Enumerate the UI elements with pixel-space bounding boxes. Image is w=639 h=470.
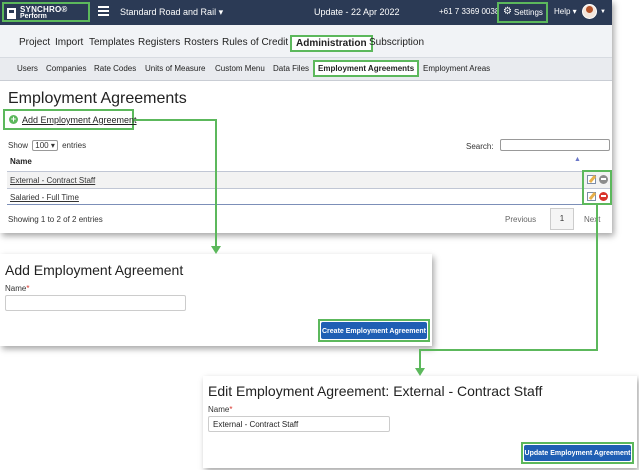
disable-icon[interactable]: [599, 175, 608, 184]
table-row: Salaried - Full Time: [7, 188, 612, 205]
add-icon: +: [9, 114, 18, 124]
menu-project[interactable]: Project: [19, 37, 50, 48]
column-header-name[interactable]: Name: [10, 157, 32, 166]
search-input[interactable]: [500, 139, 610, 151]
show-suffix: entries: [62, 141, 87, 150]
submenu-units-of-measure[interactable]: Units of Measure: [145, 64, 205, 73]
main-menu: Project Import Templates Registers Roste…: [0, 25, 612, 58]
menu-import[interactable]: Import: [55, 37, 83, 48]
row-actions: [582, 170, 612, 205]
app-logo[interactable]: SYNCHRO® Perform: [2, 2, 90, 22]
settings-button[interactable]: ⚙ Settings: [497, 2, 548, 23]
submenu-users[interactable]: Users: [17, 64, 38, 73]
create-employment-agreement-button[interactable]: Create Employment Agreement: [321, 322, 427, 339]
submenu-data-files[interactable]: Data Files: [273, 64, 309, 73]
previous-page-button[interactable]: Previous: [505, 215, 536, 224]
menu-subscription[interactable]: Subscription: [369, 37, 424, 48]
create-button-highlight: Create Employment Agreement: [318, 319, 430, 342]
hamburger-menu-icon[interactable]: [98, 6, 109, 16]
submenu-employment-agreements[interactable]: Employment Agreements: [313, 60, 420, 77]
phone-number: +61 7 3369 0038: [439, 7, 500, 16]
add-employment-agreement-link[interactable]: + Add Employment Agreement: [3, 109, 137, 130]
top-navigation-bar: SYNCHRO® Perform Standard Road and Rail …: [0, 0, 612, 25]
menu-administration[interactable]: Administration: [290, 35, 373, 52]
disable-icon[interactable]: [599, 192, 608, 201]
sort-ascending-icon[interactable]: ▲: [574, 156, 581, 163]
table-info: Showing 1 to 2 of 2 entries: [8, 215, 103, 224]
add-employment-agreement-dialog: Add Employment Agreement Name* Create Em…: [0, 254, 432, 346]
agreement-name-link[interactable]: Salaried - Full Time: [10, 193, 79, 202]
add-dialog-title: Add Employment Agreement: [5, 262, 184, 278]
edit-employment-agreement-dialog: Edit Employment Agreement: External - Co…: [203, 376, 637, 468]
gear-icon: ⚙: [503, 6, 512, 17]
logo-icon: [7, 8, 16, 19]
menu-rules-of-credit[interactable]: Rules of Credit: [222, 37, 288, 48]
settings-label: Settings: [514, 8, 543, 17]
page-1-button[interactable]: 1: [550, 208, 574, 230]
show-prefix: Show: [8, 141, 29, 150]
add-link-label: Add Employment Agreement: [22, 115, 137, 125]
update-button-highlight: Update Employment Agreement: [521, 442, 634, 464]
submenu-custom-menu[interactable]: Custom Menu: [215, 64, 265, 73]
menu-templates[interactable]: Templates: [89, 37, 135, 48]
edit-dialog-title: Edit Employment Agreement: External - Co…: [208, 383, 543, 399]
name-field-label: Name*: [208, 405, 233, 414]
menu-registers[interactable]: Registers: [138, 37, 180, 48]
help-menu[interactable]: Help ▾: [554, 7, 577, 16]
page-size-select[interactable]: 100 ▾: [32, 140, 58, 151]
name-field-label: Name*: [5, 284, 30, 293]
name-field[interactable]: External - Contract Staff: [208, 416, 390, 432]
logo-subtitle: Perform: [20, 13, 47, 20]
avatar[interactable]: [582, 4, 597, 19]
arrowhead-add: [211, 246, 221, 254]
table-row: External - Contract Staff: [7, 171, 612, 188]
project-selector[interactable]: Standard Road and Rail ▾: [120, 7, 223, 18]
chevron-down-icon[interactable]: ▼: [600, 9, 606, 15]
submenu-rate-codes[interactable]: Rate Codes: [94, 64, 136, 73]
admin-submenu: Users Companies Rate Codes Units of Meas…: [0, 58, 612, 81]
arrowhead-edit: [415, 368, 425, 376]
edit-icon[interactable]: [587, 192, 596, 201]
update-employment-agreement-button[interactable]: Update Employment Agreement: [524, 445, 631, 461]
next-page-button[interactable]: Next: [584, 215, 600, 224]
show-entries: Show 100 ▾ entries: [8, 140, 86, 151]
search-label: Search:: [466, 142, 494, 151]
page-title: Employment Agreements: [8, 90, 187, 107]
update-date: Update - 22 Apr 2022: [314, 7, 400, 17]
menu-rosters[interactable]: Rosters: [184, 37, 218, 48]
employment-agreements-page: SYNCHRO® Perform Standard Road and Rail …: [0, 0, 612, 233]
name-field[interactable]: [5, 295, 186, 311]
edit-icon[interactable]: [587, 175, 596, 184]
agreement-name-link[interactable]: External - Contract Staff: [10, 176, 95, 185]
submenu-companies[interactable]: Companies: [46, 64, 86, 73]
submenu-employment-areas[interactable]: Employment Areas: [423, 64, 490, 73]
